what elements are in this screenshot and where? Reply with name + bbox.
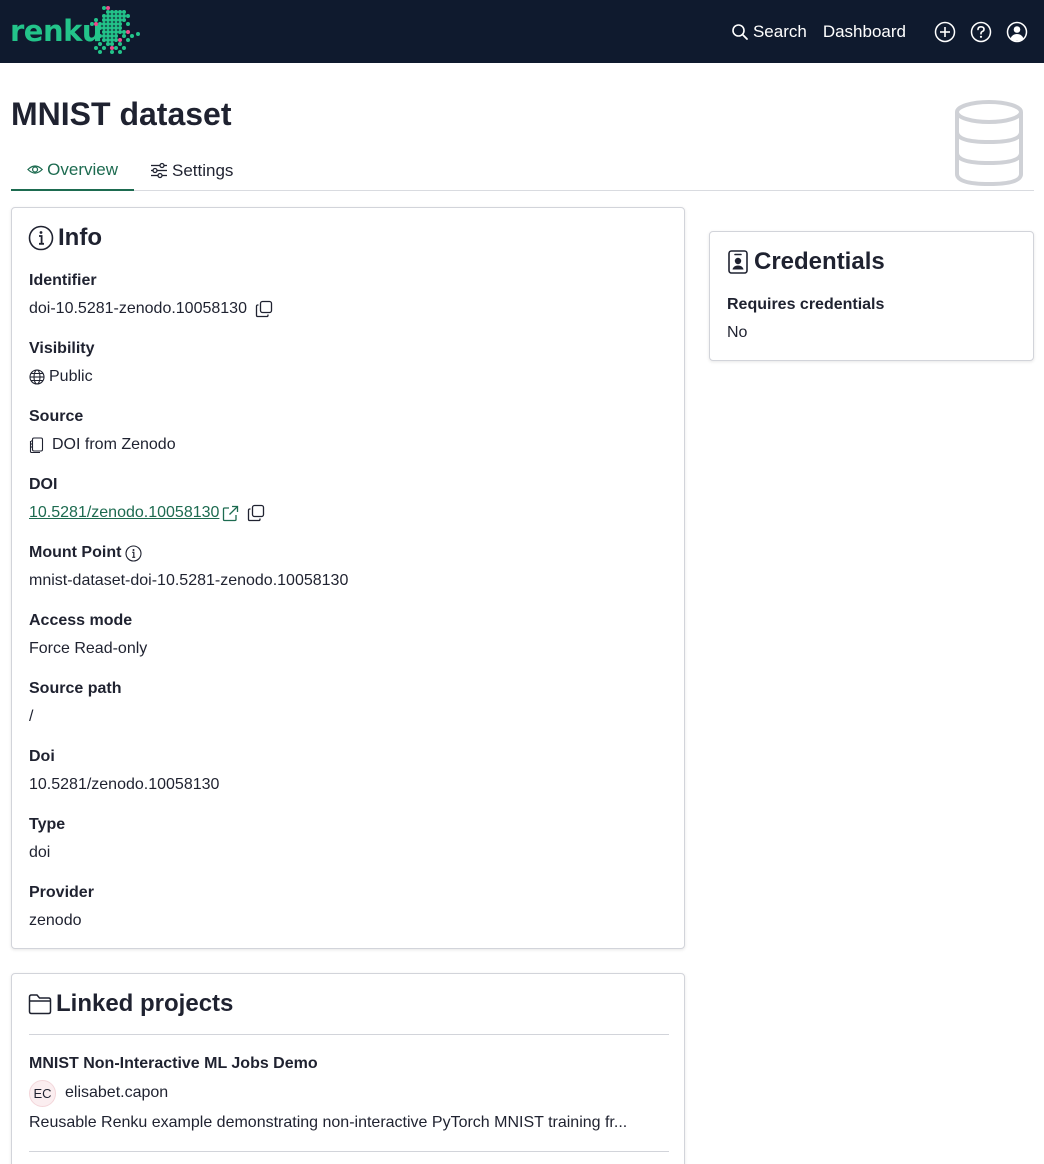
user-circle-icon[interactable]: [1006, 21, 1028, 43]
info-icon: [28, 225, 54, 251]
requires-credentials-label: Requires credentials: [727, 296, 885, 313]
linked-projects-title-text: Linked projects: [56, 990, 234, 1017]
source-value-row: DOI from Zenodo: [29, 436, 176, 454]
info-tooltip-icon[interactable]: [125, 544, 142, 562]
visibility-value-row: Public: [29, 368, 93, 386]
source-path-value: /: [29, 708, 34, 725]
info-card: Info Identifier doi-10.5281-zenodo.10058…: [11, 207, 685, 949]
identifier-value: doi-10.5281-zenodo.10058130: [29, 300, 247, 317]
avatar: EC: [29, 1080, 56, 1107]
requires-credentials-value: No: [727, 324, 748, 341]
type-label: Type: [29, 816, 66, 833]
mount-point-label: Mount Point: [29, 544, 122, 561]
doi-link[interactable]: 10.5281/zenodo.10058130: [29, 504, 219, 522]
page-title: MNIST dataset: [11, 96, 232, 132]
linked-project-name[interactable]: MNIST Non-Interactive ML Jobs Demo: [29, 1055, 318, 1073]
person-badge-icon: [728, 250, 748, 274]
credentials-card-title: Credentials: [726, 248, 885, 276]
doi-value: 10.5281/zenodo.10058130: [29, 776, 220, 793]
logo-graphic-icon: [90, 6, 140, 54]
credentials-card: Credentials Requires credentials No: [709, 231, 1034, 361]
plus-circle-icon[interactable]: [934, 21, 956, 43]
doi-link-label: DOI: [29, 476, 58, 493]
navbar-actions: Search Dashboard: [731, 0, 1028, 63]
top-navbar: renku Search Dashboard: [0, 0, 1044, 63]
source-value: DOI from Zenodo: [52, 436, 176, 453]
globe-icon: [29, 369, 45, 385]
search-icon: [732, 23, 748, 40]
folder-icon: [28, 994, 52, 1015]
info-card-title: Info: [28, 224, 102, 252]
mount-point-label-row: Mount Point: [29, 544, 142, 562]
mount-point-value: mnist-dataset-doi-10.5281-zenodo.1005813…: [29, 572, 349, 589]
provider-label: Provider: [29, 884, 94, 901]
journals-icon: [29, 437, 44, 453]
doi-label: Doi: [29, 748, 55, 765]
tab-settings-label: Settings: [172, 160, 234, 180]
identifier-value-row: doi-10.5281-zenodo.10058130: [29, 300, 273, 318]
linked-projects-title: Linked projects: [28, 990, 233, 1018]
copy-icon[interactable]: [255, 300, 273, 318]
access-mode-label: Access mode: [29, 612, 133, 629]
project-owner: elisabet.capon: [65, 1084, 169, 1101]
question-circle-icon[interactable]: [970, 21, 992, 43]
divider: [29, 1151, 669, 1152]
visibility-label: Visibility: [29, 340, 95, 357]
sliders-icon: [151, 162, 167, 179]
dashboard-link[interactable]: Dashboard: [823, 22, 906, 42]
copy-icon[interactable]: [247, 504, 265, 522]
project-description: Reusable Renku example demonstrating non…: [29, 1114, 628, 1131]
tab-overview[interactable]: Overview: [11, 150, 134, 191]
visibility-value: Public: [49, 368, 93, 385]
search-label: Search: [752, 21, 807, 41]
renku-logo[interactable]: renku: [10, 4, 140, 58]
access-mode-value: Force Read-only: [29, 640, 148, 657]
identifier-label: Identifier: [29, 272, 97, 289]
divider: [29, 1034, 669, 1035]
eye-icon: [27, 165, 44, 174]
external-link-icon[interactable]: [222, 505, 239, 522]
doi-link-row: 10.5281/zenodo.10058130: [29, 504, 265, 522]
provider-value: zenodo: [29, 912, 82, 929]
source-path-label: Source path: [29, 680, 122, 697]
credentials-title-text: Credentials: [754, 248, 885, 275]
tab-overview-label: Overview: [47, 159, 118, 179]
search-link[interactable]: Search: [731, 22, 807, 42]
linked-projects-card: Linked projects MNIST Non-Interactive ML…: [11, 973, 685, 1164]
page-tabs: Overview Settings: [11, 150, 1034, 191]
type-value: doi: [29, 844, 51, 861]
source-label: Source: [29, 408, 84, 425]
tab-settings[interactable]: Settings: [134, 150, 249, 191]
info-title-text: Info: [58, 224, 102, 251]
